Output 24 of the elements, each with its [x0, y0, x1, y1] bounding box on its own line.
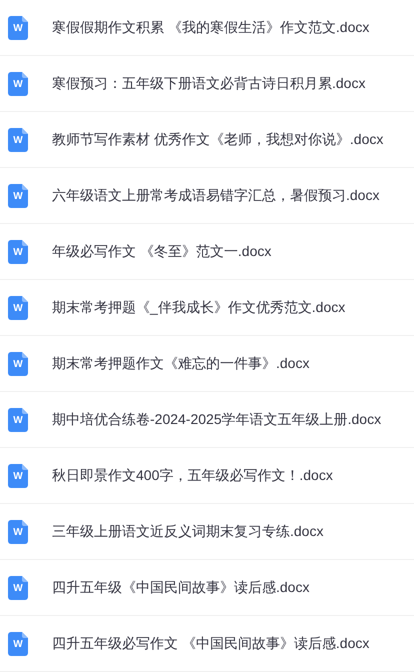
file-name[interactable]: 期末常考押题《_伴我成长》作文优秀范文.docx — [52, 297, 346, 318]
document-icon: W — [8, 520, 28, 544]
document-icon: W — [8, 632, 28, 656]
document-icon: W — [8, 408, 28, 432]
document-icon: W — [8, 240, 28, 264]
file-name[interactable]: 寒假预习：五年级下册语文必背古诗日积月累.docx — [52, 73, 366, 94]
file-name[interactable]: 四升五年级《中国民间故事》读后感.docx — [52, 577, 310, 598]
file-name[interactable]: 三年级上册语文近反义词期末复习专练.docx — [52, 521, 324, 542]
document-icon: W — [8, 296, 28, 320]
document-icon: W — [8, 128, 28, 152]
file-name[interactable]: 期末常考押题作文《难忘的一件事》.docx — [52, 353, 310, 374]
file-name[interactable]: 年级必写作文 《冬至》范文一.docx — [52, 241, 272, 262]
document-icon: W — [8, 72, 28, 96]
document-icon: W — [8, 352, 28, 376]
file-name[interactable]: 教师节写作素材 优秀作文《老师，我想对你说》.docx — [52, 129, 384, 150]
file-name[interactable]: 秋日即景作文400字，五年级必写作文！.docx — [52, 465, 333, 486]
file-name[interactable]: 六年级语文上册常考成语易错字汇总，暑假预习.docx — [52, 185, 380, 206]
document-icon: W — [8, 576, 28, 600]
document-icon: W — [8, 184, 28, 208]
document-icon: W — [8, 464, 28, 488]
file-name[interactable]: 期中培优合练卷-2024-2025学年语文五年级上册.docx — [52, 409, 382, 430]
file-name[interactable]: 寒假假期作文积累 《我的寒假生活》作文范文.docx — [52, 17, 370, 38]
document-icon: W — [8, 16, 28, 40]
file-name[interactable]: 四升五年级必写作文 《中国民间故事》读后感.docx — [52, 633, 370, 654]
